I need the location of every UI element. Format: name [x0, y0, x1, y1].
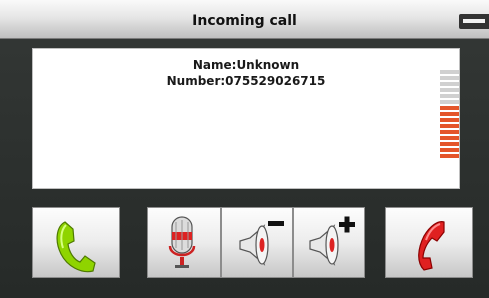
volume-segment — [440, 82, 459, 86]
minimize-button[interactable] — [459, 14, 489, 29]
volume-segment — [440, 142, 459, 146]
volume-segment — [440, 136, 459, 140]
caller-number: Number:075529026715 — [166, 74, 326, 88]
volume-down-button[interactable] — [221, 207, 293, 278]
microphone-button[interactable] — [147, 207, 221, 278]
volume-segment — [440, 76, 459, 80]
volume-meter — [440, 70, 459, 160]
incoming-call-screen: Incoming call Name:Unknown Number:075529… — [0, 0, 489, 298]
volume-segment — [440, 112, 459, 116]
volume-segment — [440, 130, 459, 134]
volume-segment — [440, 106, 459, 110]
phone-red-icon — [418, 221, 445, 271]
speaker-minus-icon — [239, 221, 284, 266]
volume-up-button[interactable] — [293, 207, 365, 278]
hang-up-button[interactable] — [385, 207, 473, 278]
speaker-plus-icon — [309, 216, 355, 266]
phone-green-icon — [56, 221, 96, 273]
volume-segment — [440, 88, 459, 92]
window-title: Incoming call — [192, 13, 297, 29]
volume-segment — [440, 154, 459, 158]
volume-segment — [440, 148, 459, 152]
caller-name: Name:Unknown — [192, 58, 300, 72]
volume-segment — [440, 100, 459, 104]
title-bar: Incoming call — [0, 0, 489, 39]
volume-segment — [440, 94, 459, 98]
volume-segment — [440, 70, 459, 74]
microphone-icon — [168, 216, 196, 268]
minimize-icon — [463, 19, 485, 23]
caller-info-panel: Name:Unknown Number:075529026715 — [32, 48, 460, 189]
volume-segment — [440, 118, 459, 122]
volume-segment — [440, 124, 459, 128]
answer-call-button[interactable] — [32, 207, 120, 278]
